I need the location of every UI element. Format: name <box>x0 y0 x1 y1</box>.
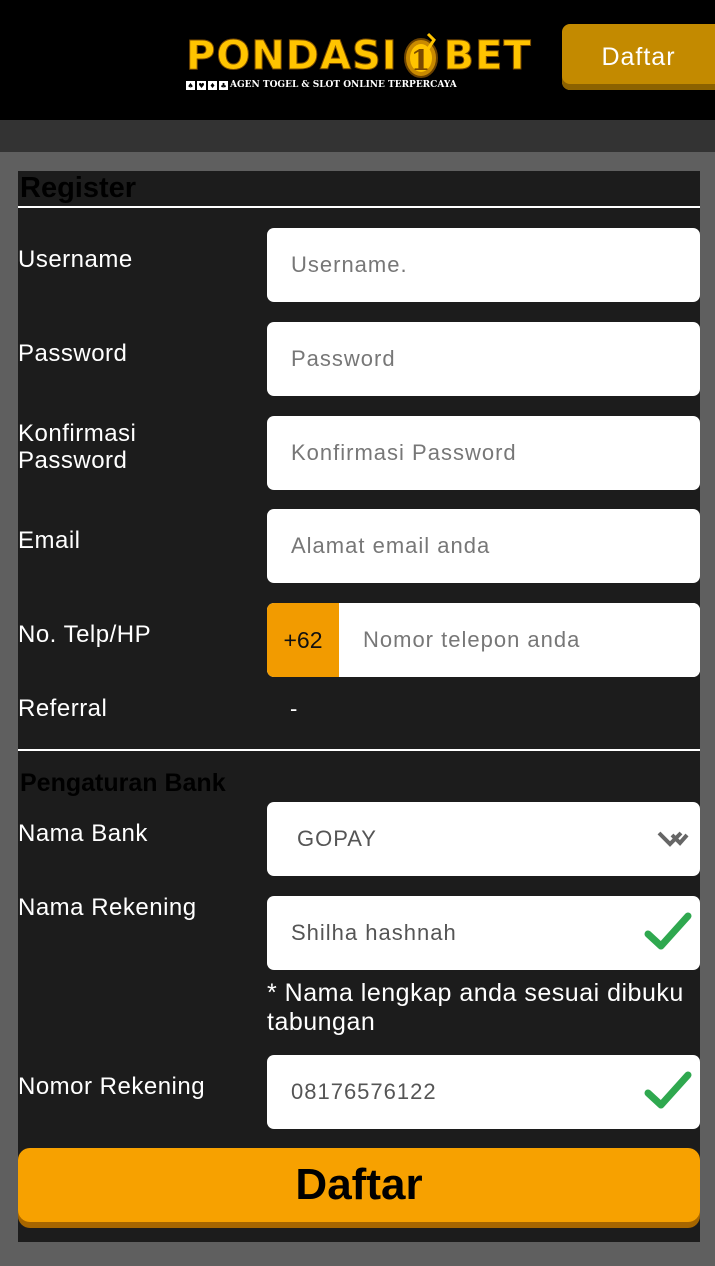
account-number-field <box>267 1055 700 1129</box>
password-input[interactable] <box>267 322 700 396</box>
account-name-field <box>267 896 700 970</box>
phone-label: No. Telp/HP <box>18 621 152 648</box>
email-label: Email <box>18 527 81 554</box>
submit-register-button[interactable]: Daftar <box>18 1148 700 1222</box>
bank-name-select[interactable]: GOPAY <box>267 802 700 876</box>
phone-country-code: +62 <box>267 603 339 677</box>
confirm-password-label: Konfirmasi Password <box>18 420 137 474</box>
logo-coin-icon: 1 <box>403 32 438 78</box>
phone-input[interactable] <box>339 603 700 677</box>
bank-section-title: Pengaturan Bank <box>20 769 226 797</box>
header-register-button[interactable]: Daftar <box>562 24 715 90</box>
account-number-input[interactable] <box>267 1055 637 1129</box>
diamond-icon: ♦ <box>208 80 217 90</box>
logo-tagline: AGEN TOGEL & SLOT ONLINE TERPERCAYA <box>230 80 457 90</box>
referral-value: - <box>290 696 298 721</box>
referral-label: Referral <box>18 695 108 722</box>
confirm-password-input[interactable] <box>267 416 700 490</box>
phone-field: +62 <box>267 603 700 677</box>
account-name-label: Nama Rekening <box>18 894 197 921</box>
register-panel: Register Username Password Konfirmasi Pa… <box>18 171 700 1242</box>
title-divider <box>18 206 700 208</box>
logo-text-left: PONDASI <box>186 33 398 80</box>
heart-icon: ♥ <box>197 80 206 90</box>
account-name-input[interactable] <box>267 896 637 970</box>
chevron-down-icon <box>657 831 689 847</box>
bank-name-label: Nama Bank <box>18 820 148 847</box>
spade-icon: ♠ <box>186 80 195 90</box>
bank-name-value: GOPAY <box>297 826 377 851</box>
password-label: Password <box>18 340 128 367</box>
check-icon <box>644 912 692 950</box>
account-name-hint: * Nama lengkap anda sesuai dibuku tabung… <box>267 979 684 1036</box>
check-icon <box>644 1071 692 1109</box>
username-label: Username <box>18 246 133 273</box>
top-header: PONDASI 1 BET ♠ ♥ ♦ ♣ AGEN TOGEL & SLOT … <box>0 0 715 120</box>
account-number-label: Nomor Rekening <box>18 1073 206 1100</box>
username-input[interactable] <box>267 228 700 302</box>
club-icon: ♣ <box>219 80 228 90</box>
form-title: Register <box>20 172 137 204</box>
header-divider-strip <box>0 120 715 152</box>
email-input[interactable] <box>267 509 700 583</box>
site-logo[interactable]: PONDASI 1 BET ♠ ♥ ♦ ♣ AGEN TOGEL & SLOT … <box>186 28 532 94</box>
bank-section-divider <box>18 749 700 751</box>
logo-text-right: BET <box>443 33 532 80</box>
